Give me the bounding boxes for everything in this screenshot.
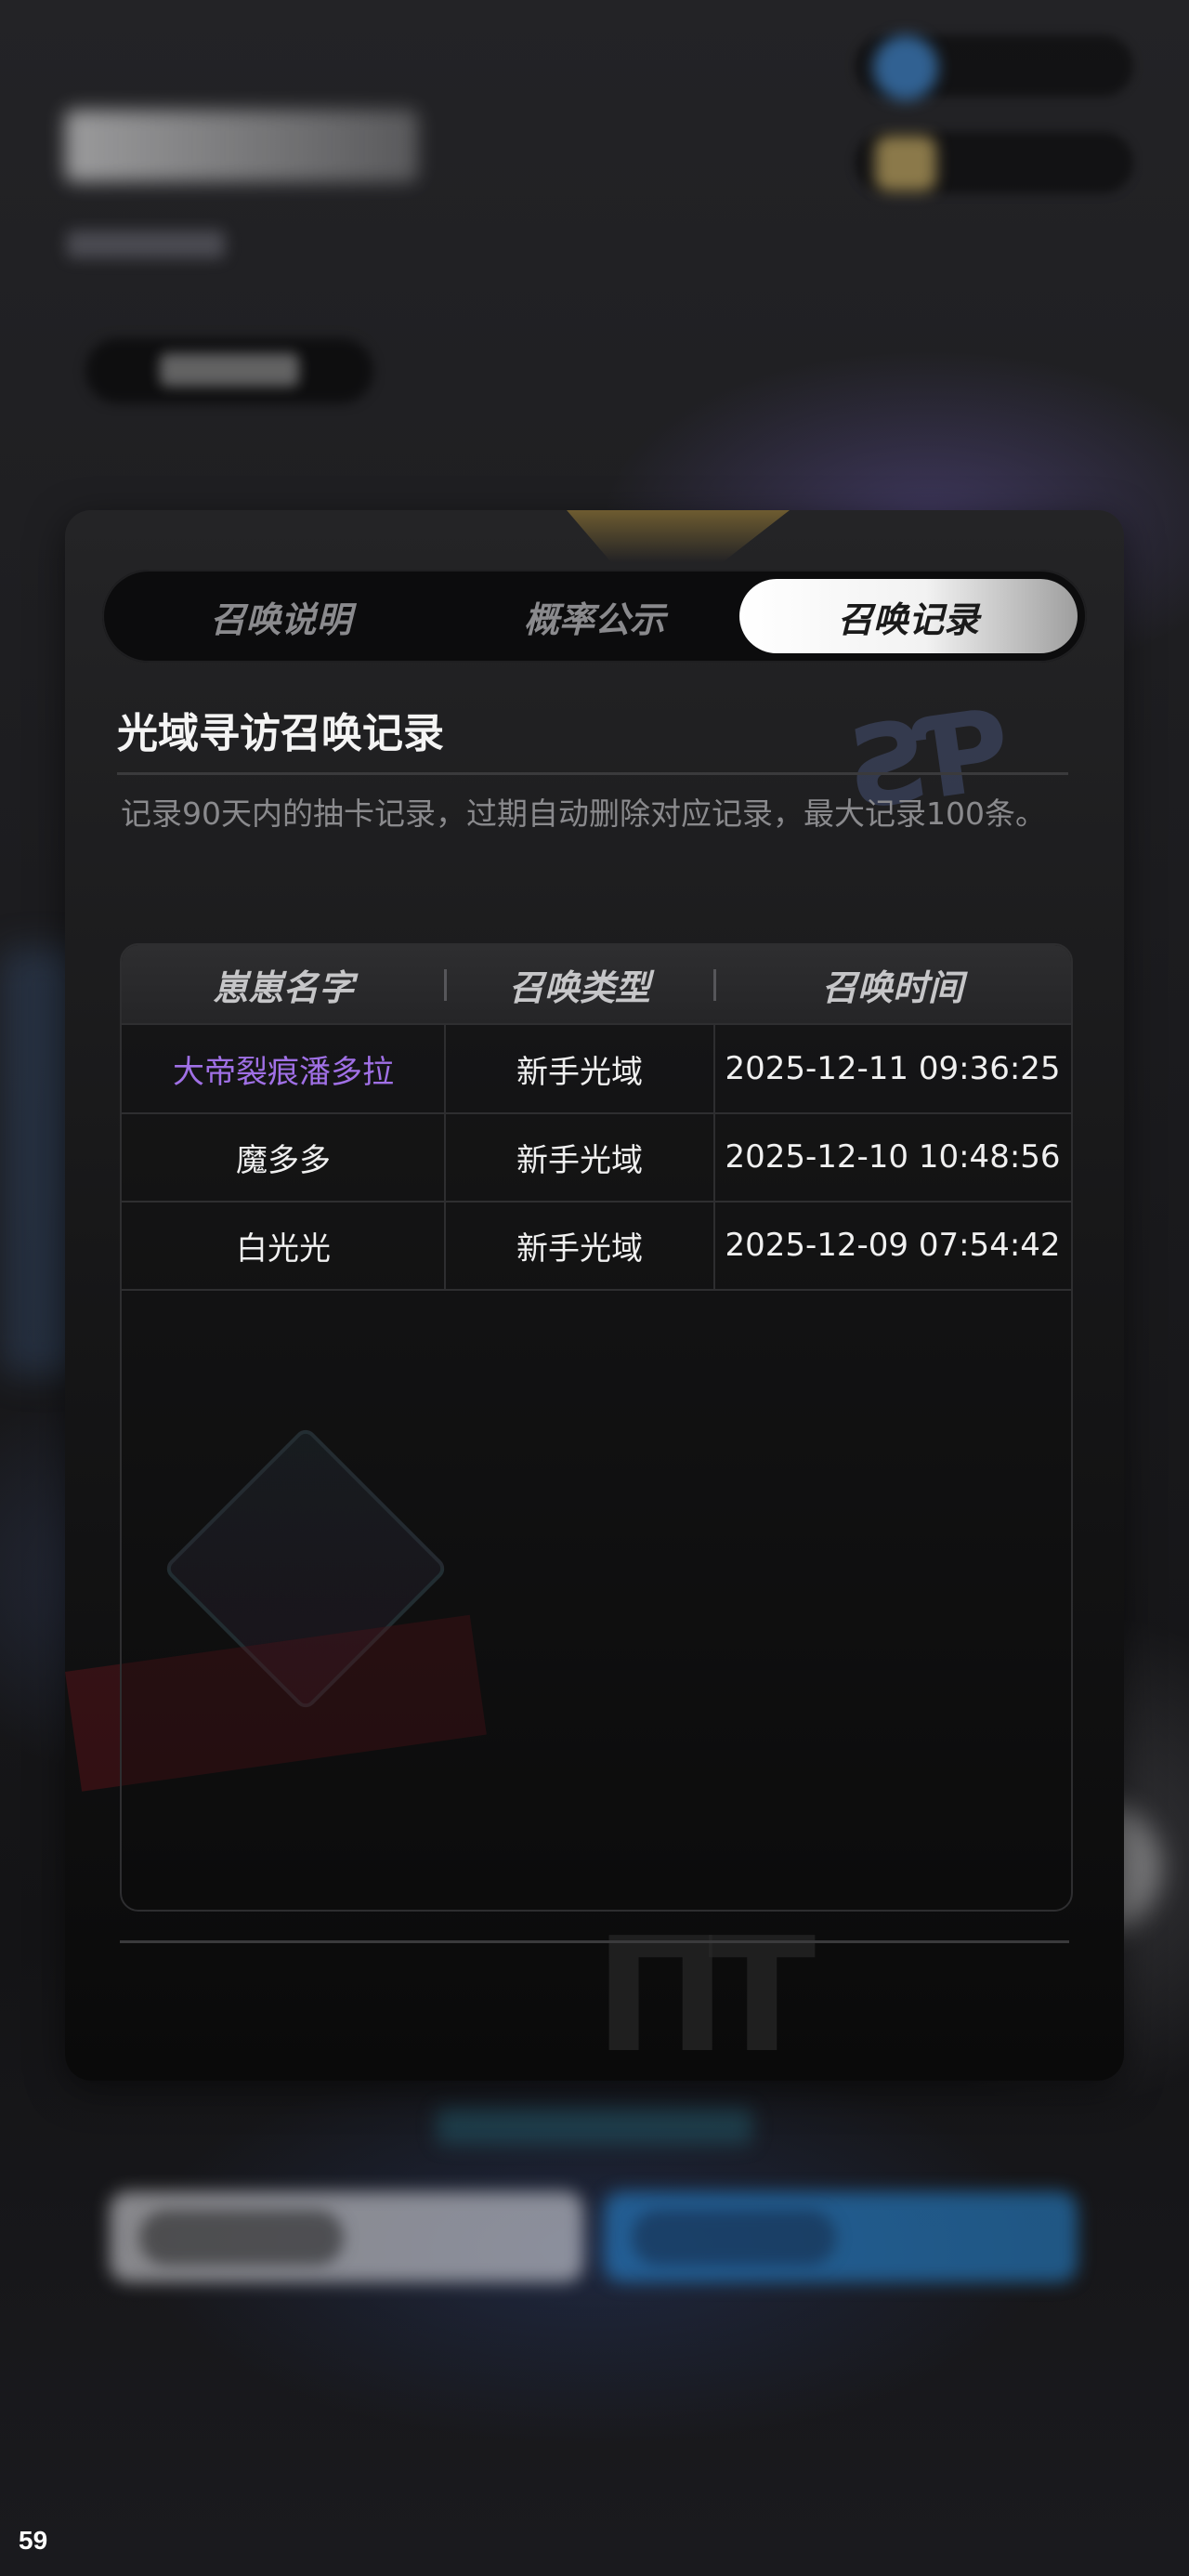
tab-probability[interactable]: 概率公示 xyxy=(427,579,762,653)
cell-name: 大帝裂痕潘多拉 xyxy=(173,1053,394,1091)
table-row: 白光光 新手光域 2025-12-09 07:54:42 xyxy=(122,1202,1071,1291)
tab-summon-records[interactable]: 召唤记录 xyxy=(739,579,1078,653)
graffiti-decoration: ƧƤ xyxy=(843,686,1010,835)
records-table[interactable]: 崽崽名字 召唤类型 召唤时间 大帝裂痕潘多拉 新手光域 2025-12-11 0… xyxy=(120,943,1073,1912)
records-title: 光域寻访召唤记录 xyxy=(117,710,444,757)
cell-type: 新手光域 xyxy=(516,1229,643,1268)
ticket-icon-blurred xyxy=(875,136,936,191)
graffiti-bottom-decoration: ΠΤ xyxy=(594,1904,816,2081)
cell-time: 2025-12-09 07:54:42 xyxy=(725,1227,1061,1264)
column-divider xyxy=(444,1023,446,1291)
column-divider xyxy=(713,1023,715,1291)
game-logo-blurred xyxy=(65,110,418,182)
table-row: 魔多多 新手光域 2025-12-10 10:48:56 xyxy=(122,1113,1071,1203)
bottom-divider xyxy=(120,1940,1069,1943)
column-header-time: 召唤时间 xyxy=(821,966,963,1008)
column-header-type: 召唤类型 xyxy=(508,966,650,1008)
panel-top-ornament xyxy=(567,510,790,562)
fps-counter: 59 xyxy=(19,2526,48,2555)
cell-name: 白光光 xyxy=(236,1229,331,1268)
subtitle-blurred xyxy=(67,230,225,258)
cell-name: 魔多多 xyxy=(236,1141,331,1179)
summon-once-cost-blurred xyxy=(139,2210,344,2266)
teal-caption-blurred xyxy=(437,2108,752,2145)
cell-type: 新手光域 xyxy=(516,1053,643,1091)
summon-info-panel: ƧƤ ΠΤ 召唤说明 概率公示 召唤记录 光域寻访召唤记录 记录90天内的抽卡记… xyxy=(65,510,1124,2081)
cell-type: 新手光域 xyxy=(516,1141,643,1179)
column-header-name: 崽崽名字 xyxy=(212,966,354,1008)
tab-bar: 召唤说明 概率公示 召唤记录 xyxy=(102,570,1087,663)
records-description: 记录90天内的抽卡记录，过期自动删除对应记录，最大记录100条。 xyxy=(121,795,1046,832)
banner-pill-text-blurred xyxy=(160,353,299,387)
summon-ten-cost-blurred xyxy=(632,2210,836,2266)
title-divider xyxy=(117,772,1068,775)
table-row: 大帝裂痕潘多拉 新手光域 2025-12-11 09:36:25 xyxy=(122,1025,1071,1114)
table-header: 崽崽名字 召唤类型 召唤时间 xyxy=(122,945,1071,1025)
currency-icon-blurred xyxy=(873,35,938,100)
cell-time: 2025-12-11 09:36:25 xyxy=(725,1050,1061,1087)
cell-time: 2025-12-10 10:48:56 xyxy=(725,1138,1061,1176)
tab-summon-description[interactable]: 召唤说明 xyxy=(102,579,460,653)
